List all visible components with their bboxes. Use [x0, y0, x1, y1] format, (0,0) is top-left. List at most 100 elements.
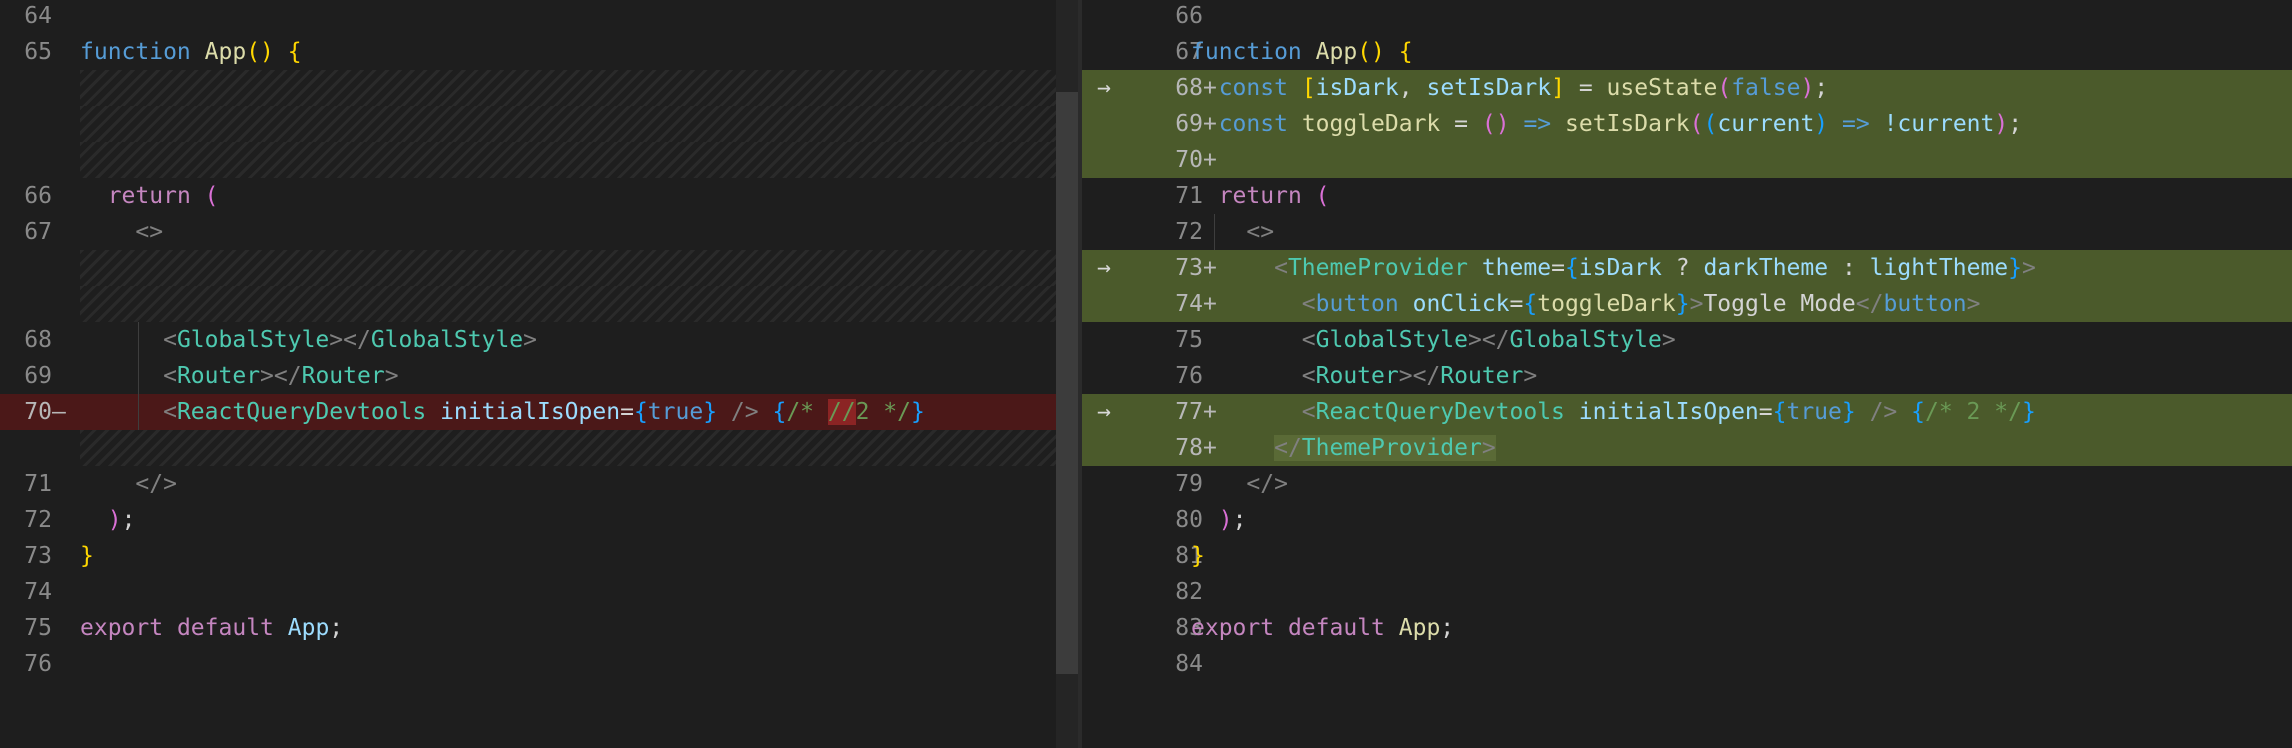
line-number: 78 — [1175, 435, 1203, 461]
code-line[interactable]: 73} — [0, 538, 1056, 574]
line-number: 73 — [24, 543, 52, 569]
line-number: 83 — [1175, 615, 1203, 641]
code-line[interactable]: 74 — [0, 574, 1056, 610]
line-number: 68 — [24, 327, 52, 353]
code-line[interactable]: 84 — [1082, 646, 2292, 682]
added-line[interactable]: 74 + <button onClick={toggleDark}>Toggle … — [1082, 286, 2292, 322]
diff-filler — [80, 70, 1056, 106]
code-line[interactable]: 79 </> — [1082, 466, 2292, 502]
diff-editor: 64 65 function App() { 66 return ( 67 <> … — [0, 0, 2292, 748]
line-number: 67 — [1175, 39, 1203, 65]
code-line[interactable]: 71 </> — [0, 466, 1056, 502]
line-number: 66 — [24, 183, 52, 209]
code-text: const [isDark, setIsDark] = useState(fal… — [1218, 75, 1829, 101]
scrollbar-thumb[interactable] — [1056, 92, 1078, 674]
line-number: 67 — [24, 219, 52, 245]
line-number: 73 — [1175, 255, 1203, 281]
line-number: 76 — [24, 651, 52, 677]
code-line[interactable]: 76 — [0, 646, 1056, 682]
code-text: return ( — [107, 183, 219, 209]
diff-filler — [80, 286, 1056, 322]
line-number: 75 — [1175, 327, 1203, 353]
added-line[interactable]: 69 + const toggleDark = () => setIsDark((… — [1082, 106, 2292, 142]
code-line[interactable]: 81} — [1082, 538, 2292, 574]
line-number: 74 — [1175, 291, 1203, 317]
diff-filler — [80, 250, 1056, 286]
code-line[interactable]: 65 function App() { — [0, 34, 1056, 70]
code-text: const toggleDark = () => setIsDark((curr… — [1218, 111, 2023, 137]
code-line[interactable]: 72 ); — [0, 502, 1056, 538]
code-text: </> — [135, 471, 177, 497]
code-text: ); — [107, 507, 136, 533]
added-line[interactable]: 70 + — [1082, 142, 2292, 178]
line-number: 77 — [1175, 399, 1203, 425]
line-number: 79 — [1175, 471, 1203, 497]
line-number: 70 — [24, 399, 52, 425]
line-number: 66 — [1175, 3, 1203, 29]
code-text: </> — [1246, 471, 1288, 497]
added-line[interactable]: → 73 + <ThemeProvider theme={isDark ? dark… — [1082, 250, 2292, 286]
code-line[interactable]: 82 — [1082, 574, 2292, 610]
code-text: <Router></Router> — [1301, 363, 1538, 389]
line-number: 72 — [1175, 219, 1203, 245]
diff-filler — [80, 142, 1056, 178]
added-line[interactable]: 78 + </ThemeProvider> — [1082, 430, 2292, 466]
code-text: export default App; — [80, 615, 344, 641]
code-text: </ThemeProvider> — [1191, 430, 1496, 466]
code-text: function App() { — [1191, 39, 1413, 65]
code-line[interactable]: 72 <> — [1082, 214, 2292, 250]
code-text: <ThemeProvider theme={isDark ? darkTheme… — [1274, 255, 2036, 281]
code-line[interactable]: 71 return ( — [1082, 178, 2292, 214]
line-number: 65 — [24, 39, 52, 65]
code-line[interactable]: 66 — [1082, 0, 2292, 34]
code-line[interactable]: 64 — [0, 0, 1056, 34]
line-number: 74 — [24, 579, 52, 605]
code-text: return ( — [1218, 183, 1330, 209]
code-line[interactable]: 67 <> — [0, 214, 1056, 250]
removed-chars: // — [827, 399, 856, 425]
code-line[interactable]: 75 <GlobalStyle></GlobalStyle> — [1082, 322, 2292, 358]
added-line[interactable]: → 77 + <ReactQueryDevtools initialIsOpen={… — [1082, 394, 2292, 430]
line-number: 71 — [24, 471, 52, 497]
code-text: <> — [1246, 219, 1275, 245]
code-text: <ReactQueryDevtools initialIsOpen={true}… — [163, 399, 925, 425]
line-number: 71 — [1175, 183, 1203, 209]
code-text: <button onClick={toggleDark}>Toggle Mode… — [1301, 291, 1981, 317]
code-text: ); — [1218, 507, 1247, 533]
code-line[interactable]: 83 export default App; — [1082, 610, 2292, 646]
code-text: export default App; — [1191, 615, 1455, 641]
line-number: 68 — [1175, 75, 1203, 101]
added-line[interactable]: → 68 + const [isDark, setIsDark] = useStat… — [1082, 70, 2292, 106]
diff-filler — [80, 430, 1056, 466]
line-number: 80 — [1175, 507, 1203, 533]
code-line[interactable]: 80 ); — [1082, 502, 2292, 538]
line-number: 81 — [1175, 543, 1203, 569]
code-line[interactable]: 75 export default App; — [0, 610, 1056, 646]
code-line[interactable]: 66 return ( — [0, 178, 1056, 214]
removed-marker: — — [52, 399, 66, 425]
code-text: } — [80, 543, 94, 569]
code-line[interactable]: 69 <Router></Router> — [0, 358, 1056, 394]
code-text: } — [1191, 543, 1205, 569]
code-line[interactable]: 68 <GlobalStyle></GlobalStyle> — [0, 322, 1056, 358]
code-text: <GlobalStyle></GlobalStyle> — [163, 327, 538, 353]
removed-line[interactable]: 70— <ReactQueryDevtools initialIsOpen={t… — [0, 394, 1056, 430]
code-line[interactable]: 67 function App() { — [1082, 34, 2292, 70]
code-text: <ReactQueryDevtools initialIsOpen={true}… — [1301, 399, 2036, 425]
added-chars: </ThemeProvider> — [1274, 435, 1496, 461]
code-text: <Router></Router> — [163, 363, 399, 389]
line-number: 76 — [1175, 363, 1203, 389]
diff-filler — [80, 106, 1056, 142]
line-number: 75 — [24, 615, 52, 641]
original-pane[interactable]: 64 65 function App() { 66 return ( 67 <> … — [0, 0, 1056, 748]
line-number: 72 — [24, 507, 52, 533]
code-line[interactable]: 76 <Router></Router> — [1082, 358, 2292, 394]
code-text: <> — [135, 219, 164, 245]
line-number: 82 — [1175, 579, 1203, 605]
modified-pane[interactable]: 66 67 function App() { → 68 + const [isDark… — [1082, 0, 2292, 748]
line-number: 70 — [1175, 147, 1203, 173]
line-number: 69 — [1175, 111, 1203, 137]
line-number: 84 — [1175, 651, 1203, 677]
code-text: function App() { — [80, 39, 302, 65]
line-number: 69 — [24, 363, 52, 389]
